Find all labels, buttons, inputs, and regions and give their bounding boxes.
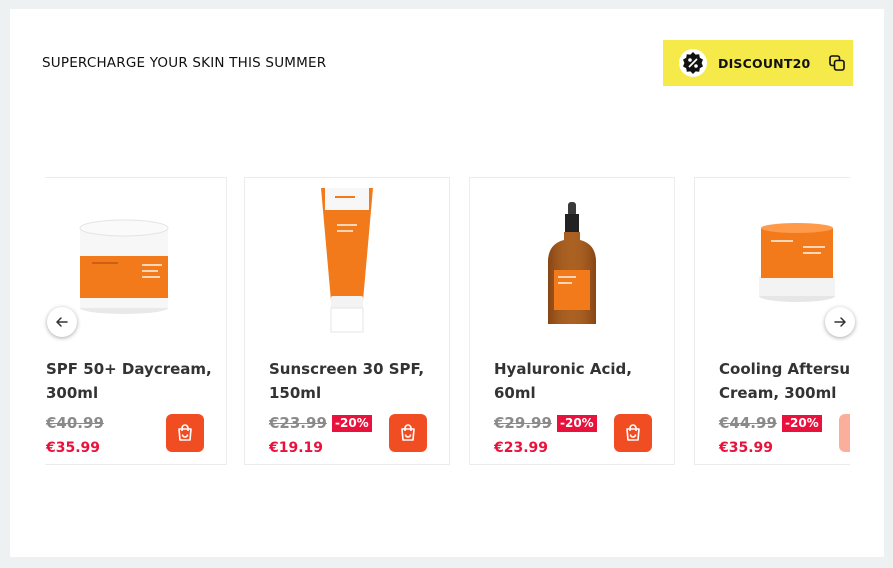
discount-badge: -20% [557,415,597,432]
shopping-bag-icon [626,424,640,441]
add-to-cart-button[interactable] [614,414,652,452]
promo-section: SUPERCHARGE YOUR SKIN THIS SUMMER DISCOU… [10,9,884,557]
shopping-bag-icon [178,424,192,441]
arrow-left-icon [56,317,68,327]
copy-icon[interactable] [828,54,846,72]
old-price: €44.99 [719,414,777,432]
sale-price: €35.99 [46,440,101,456]
old-price: €40.99 [46,414,104,432]
add-to-cart-button[interactable] [389,414,427,452]
add-to-cart-button[interactable] [839,414,850,452]
coupon-button[interactable]: DISCOUNT20 [663,40,853,86]
carousel-prev-button[interactable] [47,307,77,337]
product-image [321,188,373,333]
shopping-bag-icon [401,424,415,441]
product-name[interactable]: Hyaluronic Acid, 60ml [494,357,670,405]
percent-badge-icon [679,49,707,77]
product-card[interactable]: Sunscreen 30 SPF, 150ml €23.99 -20% €19.… [244,177,450,465]
product-name[interactable]: SPF 50+ Daycream, 300ml [46,357,222,405]
add-to-cart-button[interactable] [166,414,204,452]
discount-badge: -20% [332,415,372,432]
product-image [759,223,835,302]
carousel-track: SPF 50+ Daycream, 300ml €40.99 €35.99 Su… [45,177,850,467]
sale-price: €19.19 [269,440,324,456]
product-name[interactable]: Cooling Aftersun Cream, 300ml [719,357,850,405]
product-name[interactable]: Sunscreen 30 SPF, 150ml [269,357,445,405]
shopping-bag-icon [848,423,850,443]
sale-price: €23.99 [494,440,549,456]
carousel-next-button[interactable] [825,307,855,337]
old-price: €29.99 [494,414,552,432]
coupon-code: DISCOUNT20 [718,55,811,71]
old-price: €23.99 [269,414,327,432]
section-heading: SUPERCHARGE YOUR SKIN THIS SUMMER [42,55,327,71]
arrow-right-icon [834,317,846,327]
sale-price: €35.99 [719,440,774,456]
product-carousel: SPF 50+ Daycream, 300ml €40.99 €35.99 Su… [45,177,850,467]
product-image [548,202,596,324]
discount-badge: -20% [782,415,822,432]
product-card[interactable]: Hyaluronic Acid, 60ml €29.99 -20% €23.99 [469,177,675,465]
